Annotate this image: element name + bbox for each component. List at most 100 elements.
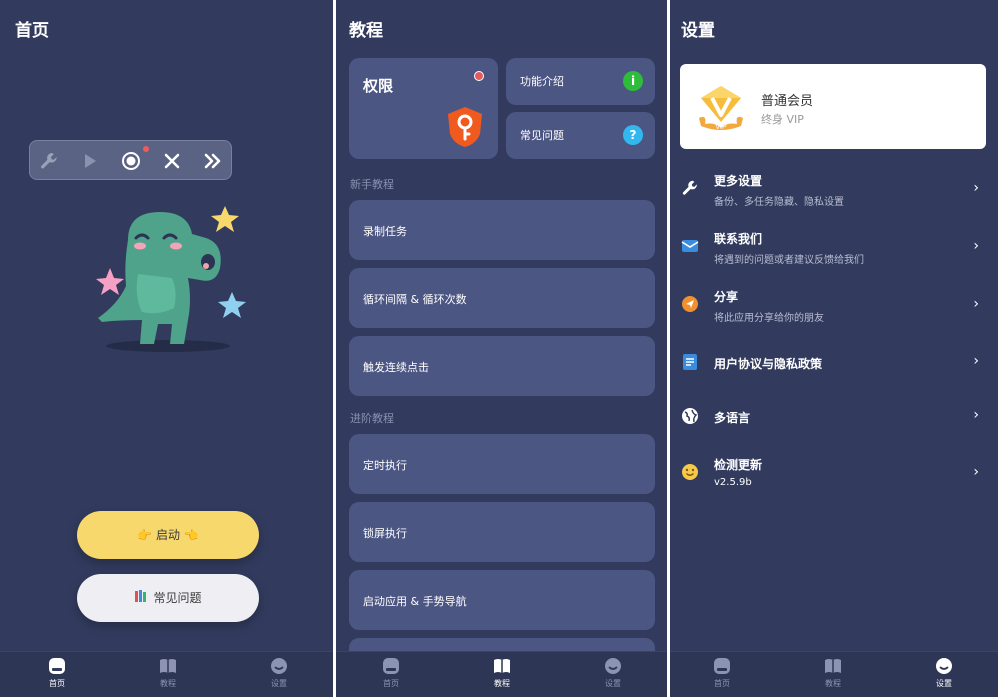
page-title: 教程 (349, 21, 383, 41)
permission-card-label: 权限 (363, 77, 394, 95)
vip-badge-icon: VIP (699, 86, 743, 131)
tutorial-item[interactable]: 启动应用 & 手势导航 (349, 570, 655, 630)
book-icon (825, 659, 841, 673)
membership-subtitle: 终身 VIP (761, 113, 804, 126)
settings-item-title: 用户协议与隐私政策 (714, 357, 823, 371)
start-button[interactable]: 👉 启动 👈 (77, 511, 259, 559)
nav-tutorial[interactable]: 教程 (477, 657, 527, 689)
wrench-icon[interactable] (39, 151, 59, 171)
nav-label: 设置 (271, 679, 287, 688)
nav-label: 首页 (49, 679, 65, 688)
settings-item-language[interactable]: 多语言 › (670, 390, 998, 444)
bottom-navigation: 首页 教程 设置 (670, 651, 998, 697)
settings-item-user-agreement[interactable]: 用户协议与隐私政策 › (670, 336, 998, 390)
settings-item-title: 联系我们 (714, 232, 763, 246)
tutorial-item[interactable]: 定时执行 (349, 434, 655, 494)
globe-icon (682, 408, 698, 424)
nav-settings[interactable]: 设置 (588, 657, 638, 689)
nav-home[interactable]: 首页 (32, 657, 82, 689)
close-icon[interactable] (162, 151, 182, 171)
settings-item-check-update[interactable]: 检测更新 v2.5.9b › (670, 446, 998, 500)
settings-icon (271, 658, 287, 674)
settings-item-title: 更多设置 (714, 174, 763, 188)
chevron-right-icon: › (973, 353, 979, 369)
wrench-icon (682, 180, 697, 195)
tutorial-item[interactable]: 触发连续点击 (349, 336, 655, 396)
key-shield-icon (448, 107, 482, 147)
nav-label: 教程 (160, 679, 176, 688)
chevron-right-icon: › (973, 407, 979, 423)
record-icon[interactable] (121, 151, 141, 171)
membership-title: 普通会员 (761, 94, 814, 109)
faq-card[interactable]: 常见问题 ? (506, 112, 655, 159)
bottom-navigation: 首页 教程 设置 (0, 651, 333, 697)
info-icon: i (623, 71, 643, 91)
home-screen: 首页 👉 启动 👈 常见问题 首页 教程 设置 (0, 0, 333, 697)
tutorial-item-label: 触发连续点击 (363, 361, 429, 374)
tutorial-item[interactable]: 录制任务 (349, 200, 655, 260)
vip-membership-card[interactable]: VIP 普通会员 终身 VIP (680, 64, 986, 149)
nav-label: 设置 (936, 679, 952, 688)
home-icon (714, 658, 730, 674)
settings-item-contact-us[interactable]: 联系我们 将遇到的问题或者建议反馈给我们 › (670, 220, 998, 274)
section-header-beginner: 新手教程 (350, 178, 394, 191)
faq-card-label: 常见问题 (520, 129, 564, 142)
nav-label: 设置 (605, 679, 621, 688)
feature-intro-label: 功能介绍 (520, 75, 564, 88)
mail-icon (681, 240, 699, 252)
fast-forward-icon[interactable] (203, 151, 223, 171)
home-icon (383, 658, 399, 674)
record-indicator-dot (143, 146, 149, 152)
nav-label: 教程 (825, 679, 841, 688)
settings-item-share[interactable]: 分享 将此应用分享给你的朋友 › (670, 278, 998, 332)
nav-label: 教程 (494, 679, 510, 688)
nav-label: 首页 (383, 679, 399, 688)
book-icon (494, 659, 510, 673)
settings-screen: 设置 VIP 普通会员 终身 VIP 更多设置 备份、多任务隐藏、隐私设置 › … (670, 0, 998, 697)
question-icon: ? (623, 125, 643, 145)
page-title: 首页 (15, 21, 49, 41)
nav-home[interactable]: 首页 (366, 657, 416, 689)
chevron-right-icon: › (973, 238, 979, 254)
settings-icon (605, 658, 621, 674)
section-header-advanced: 进阶教程 (350, 412, 394, 425)
faq-button[interactable]: 常见问题 (77, 574, 259, 622)
floating-toolbar[interactable] (29, 140, 232, 180)
chevron-right-icon: › (973, 464, 979, 480)
settings-item-title: 分享 (714, 290, 739, 304)
settings-icon (936, 658, 952, 674)
nav-tutorial[interactable]: 教程 (808, 657, 858, 689)
permission-card[interactable]: 权限 (349, 58, 498, 159)
nav-tutorial[interactable]: 教程 (143, 657, 193, 689)
faq-button-label: 常见问题 (153, 591, 202, 605)
chevron-right-icon: › (973, 180, 979, 196)
nav-home[interactable]: 首页 (697, 657, 747, 689)
page-title: 设置 (681, 21, 715, 41)
notification-dot (474, 71, 484, 81)
tutorial-item-label: 录制任务 (363, 225, 407, 238)
smiley-icon (682, 464, 698, 480)
tutorial-item-label: 循环间隔 & 循环次数 (363, 293, 467, 306)
tutorial-item[interactable]: 锁屏执行 (349, 502, 655, 562)
bottom-navigation: 首页 教程 设置 (336, 651, 667, 697)
books-icon (134, 575, 148, 623)
tutorial-item-label: 定时执行 (363, 459, 407, 472)
settings-item-subtitle: 备份、多任务隐藏、隐私设置 (714, 197, 844, 208)
tutorial-item-label: 锁屏执行 (363, 527, 407, 540)
settings-item-more-settings[interactable]: 更多设置 备份、多任务隐藏、隐私设置 › (670, 162, 998, 216)
play-icon[interactable] (80, 151, 100, 171)
app-version: v2.5.9b (714, 477, 752, 488)
tutorial-item[interactable]: 循环间隔 & 循环次数 (349, 268, 655, 328)
settings-item-subtitle: 将遇到的问题或者建议反馈给我们 (714, 255, 864, 266)
feature-intro-card[interactable]: 功能介绍 i (506, 58, 655, 105)
settings-item-subtitle: 将此应用分享给你的朋友 (714, 313, 824, 324)
tutorial-screen: 教程 权限 功能介绍 i 常见问题 ? 新手教程 录制任务 循环间隔 & 循环次… (336, 0, 667, 697)
book-icon (160, 659, 176, 673)
dinosaur-mascot-illustration (96, 206, 246, 352)
nav-settings[interactable]: 设置 (919, 657, 969, 689)
nav-label: 首页 (714, 679, 730, 688)
nav-settings[interactable]: 设置 (254, 657, 304, 689)
home-icon (49, 658, 65, 674)
chevron-right-icon: › (973, 296, 979, 312)
settings-item-title: 多语言 (714, 411, 751, 425)
